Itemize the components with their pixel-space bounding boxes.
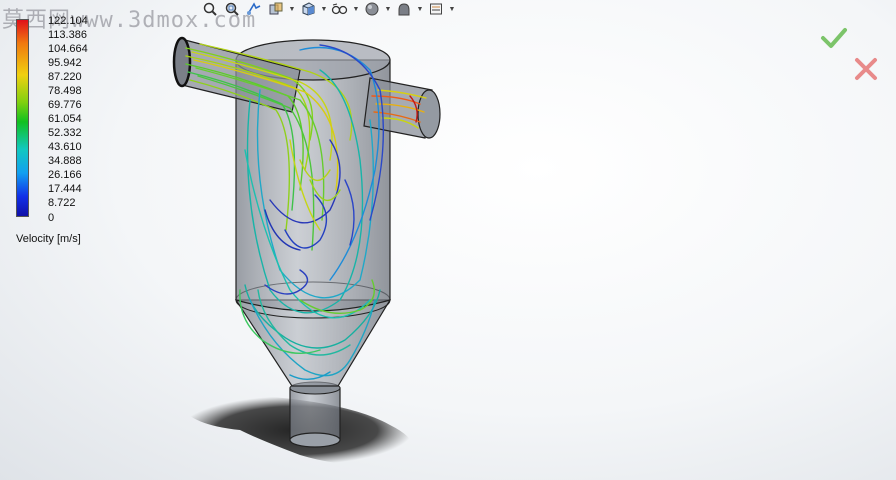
legend-value: 17.444: [48, 183, 82, 195]
chevron-down-icon[interactable]: ▼: [384, 0, 392, 18]
legend-value: 26.166: [48, 169, 82, 181]
previous-view-icon[interactable]: [244, 0, 264, 18]
legend-value: 87.220: [48, 71, 82, 83]
zoom-to-fit-icon[interactable]: [200, 0, 220, 18]
legend-value: 52.332: [48, 127, 82, 139]
legend-value: 104.664: [48, 43, 88, 55]
section-view-icon[interactable]: [266, 0, 286, 18]
chevron-down-icon[interactable]: ▼: [352, 0, 360, 18]
accept-button[interactable]: [820, 26, 848, 50]
chevron-down-icon[interactable]: ▼: [416, 0, 424, 18]
color-scale-bar: [16, 19, 29, 217]
legend-caption: Velocity [m/s]: [16, 233, 81, 245]
legend-value: 8.722: [48, 197, 76, 209]
legend-value: 95.942: [48, 57, 82, 69]
apply-scene-icon[interactable]: [394, 0, 414, 18]
legend-value: 34.888: [48, 155, 82, 167]
cyclone-model[interactable]: [0, 0, 896, 480]
legend-value: 69.776: [48, 99, 82, 111]
legend-value: 43.610: [48, 141, 82, 153]
zoom-to-area-icon[interactable]: [222, 0, 242, 18]
display-style-icon[interactable]: [330, 0, 350, 18]
cancel-button[interactable]: [853, 56, 879, 82]
legend-value: 122.104: [48, 15, 88, 27]
view-orientation-icon[interactable]: [298, 0, 318, 18]
outlet-pipe[interactable]: [289, 381, 341, 448]
close-icon: [855, 58, 877, 80]
edit-appearance-icon[interactable]: [362, 0, 382, 18]
view-settings-icon[interactable]: [426, 0, 446, 18]
checkmark-icon: [821, 28, 847, 48]
chevron-down-icon[interactable]: ▼: [448, 0, 456, 18]
graphics-viewport[interactable]: 莫西网www.3dmox.com ▼ ▼ ▼ ▼ ▼ ▼ 122.104 113…: [0, 0, 896, 480]
chevron-down-icon[interactable]: ▼: [288, 0, 296, 18]
legend-value: 61.054: [48, 113, 82, 125]
legend-value: 78.498: [48, 85, 82, 97]
heads-up-view-toolbar: ▼ ▼ ▼ ▼ ▼ ▼: [200, 0, 456, 18]
legend-value: 0: [48, 212, 55, 224]
legend-value: 113.386: [48, 29, 87, 41]
chevron-down-icon[interactable]: ▼: [320, 0, 328, 18]
